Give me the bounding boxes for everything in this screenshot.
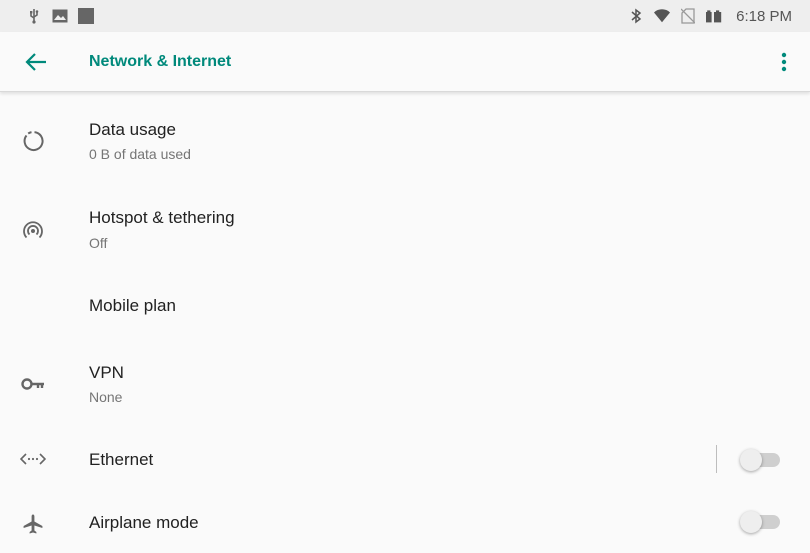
item-subtitle: 0 B of data used <box>89 146 191 162</box>
wifi-icon <box>654 8 671 24</box>
vpn-key-icon <box>20 371 46 397</box>
back-button[interactable] <box>22 48 50 76</box>
battery-icon <box>706 8 722 24</box>
no-sim-icon <box>680 8 696 24</box>
status-right: 6:18 PM <box>628 8 792 25</box>
ethernet-toggle[interactable] <box>740 446 780 472</box>
item-title: Airplane mode <box>89 513 199 532</box>
overflow-menu-button[interactable] <box>770 48 798 76</box>
bluetooth-icon <box>628 8 644 24</box>
list-item-data-usage[interactable]: Data usage 0 B of data used <box>0 93 810 181</box>
data-usage-icon <box>20 128 46 154</box>
app-bar: Network & Internet <box>0 32 810 92</box>
item-title: Ethernet <box>89 450 154 469</box>
arrow-back-icon <box>25 53 46 71</box>
toggle-thumb <box>740 511 762 533</box>
list-item-hotspot[interactable]: Hotspot & tethering Off <box>0 181 810 269</box>
status-bar: 6:18 PM <box>0 0 810 32</box>
ethernet-icon <box>20 446 46 472</box>
item-title: Hotspot & tethering <box>89 208 235 227</box>
toggle-thumb <box>740 449 762 471</box>
item-title: Mobile plan <box>89 296 176 315</box>
image-icon <box>52 8 68 24</box>
item-title: VPN <box>89 363 124 382</box>
list-item-ethernet[interactable]: Ethernet <box>0 429 810 491</box>
vertical-divider <box>716 445 717 473</box>
list-item-airplane-mode[interactable]: Airplane mode <box>0 491 810 553</box>
list-item-mobile-plan[interactable]: Mobile plan <box>0 269 810 343</box>
notification-square-icon <box>78 8 94 24</box>
page-title: Network & Internet <box>89 53 232 70</box>
more-vert-icon <box>781 52 787 72</box>
status-time: 6:18 PM <box>736 7 792 25</box>
hotspot-icon <box>20 217 46 243</box>
item-title: Data usage <box>89 120 176 139</box>
list-item-vpn[interactable]: VPN None <box>0 343 810 429</box>
item-subtitle: None <box>89 389 123 405</box>
status-left <box>26 8 94 24</box>
airplane-mode-toggle[interactable] <box>740 508 780 534</box>
item-subtitle: Off <box>89 235 108 251</box>
usb-icon <box>26 8 42 24</box>
airplane-icon <box>20 511 46 537</box>
